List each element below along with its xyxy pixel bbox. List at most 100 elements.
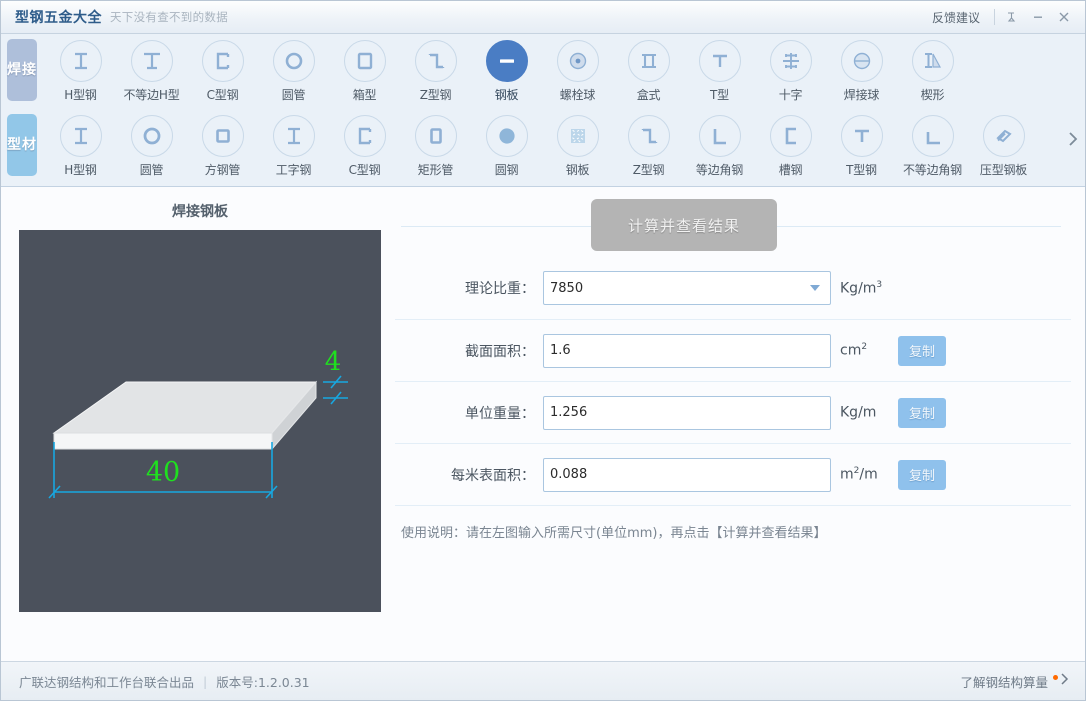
round-bar-icon [485,115,528,157]
toolbar-item-label: 盒式 [636,88,661,102]
unequal-h-beam-icon [130,40,173,82]
copy-button-unit-weight[interactable]: 复制 [898,397,946,428]
section-area-input[interactable]: 1.6 [543,333,831,368]
c-channel-icon [343,115,386,157]
copy-button-section-area[interactable]: 复制 [898,335,946,366]
field-row-density: 理论比重： 7850 Kg/m3 [395,257,1071,319]
notification-dot-icon [1053,674,1058,680]
app-subtitle: 天下没有查不到的数据 [110,10,228,24]
chevron-right-icon [1060,672,1071,690]
toolbar-item-welded-ball[interactable]: 焊接球 [826,34,897,103]
close-icon[interactable] [1051,5,1077,29]
box-section-icon [343,40,386,82]
toolbar-item-steel-plate[interactable]: 钢板 [471,34,542,103]
toolbar-item-rect-tube[interactable]: 矩形管 [400,109,471,178]
usage-hint: 使用说明：请在左图输入所需尺寸(单位mm)，再点击【计算并查看结果】 [401,526,827,541]
chevron-right-icon[interactable] [1061,109,1085,169]
checkered-plate-icon [556,115,599,157]
field-label: 截面面积： [465,343,535,360]
field-label: 每米表面积： [451,467,535,484]
toolbar-item-round-pipe[interactable]: 圆管 [258,34,329,103]
toolbar-item-label: 矩形管 [417,163,454,177]
h-beam-icon [59,40,102,82]
toolbar-item-equal-angle[interactable]: 等边角钢 [684,109,755,178]
channel-icon [769,115,812,157]
field-unit: cm2 [840,342,868,359]
toolbar-item-z-section-2[interactable]: Z型钢 [613,109,684,178]
cross-section-icon [769,40,812,82]
main-content: 焊接钢板 40 4 计算并查看结果 理论比重： 7850 Kg/m3 截面面积：… [1,187,1085,661]
round-pipe-icon [272,40,315,82]
toolbar-item-round-bar[interactable]: 圆钢 [471,109,542,178]
steel-plate-icon [485,40,528,82]
field-row-section-area: 截面面积： 1.6 cm2 复制 [395,319,1071,381]
minimize-icon[interactable] [1025,5,1051,29]
toolbar-item-t-section[interactable]: T型 [684,34,755,103]
toolbar-item-label: 钢板 [494,88,519,102]
toolbar-item-profiled-plate[interactable]: 压型钢板 [968,109,1039,178]
group-tab-section-label: 型材 [7,136,37,153]
t-steel-icon [840,115,883,157]
unit-weight-input[interactable]: 1.256 [543,395,831,430]
toolbar-item-c-channel[interactable]: C型钢 [187,34,258,103]
toolbar-item-cross-section[interactable]: 十字 [755,34,826,103]
toolbar-item-channel[interactable]: 槽钢 [755,109,826,178]
profiled-plate-icon [982,115,1025,157]
chevron-down-icon[interactable] [810,285,820,291]
square-tube-icon [201,115,244,157]
round-pipe-icon [130,115,173,157]
toolbar-item-wedge[interactable]: 楔形 [897,34,968,103]
pin-icon[interactable] [999,5,1025,29]
field-unit: Kg/m3 [840,279,883,297]
field-row-surface-area: 每米表面积： 0.088 m2/m 复制 [395,443,1071,505]
toolbar-items-welded: H型钢 不等边H型 C型钢 圆管 箱型 Z型钢 钢板 螺栓球 盒式 T型 十字 … [37,34,1085,103]
toolbar-item-label: T型 [710,88,729,102]
toolbar-item-box-type[interactable]: 盒式 [613,34,684,103]
field-value: 1.256 [550,405,588,420]
surface-area-input[interactable]: 0.088 [543,457,831,492]
z-section-icon [414,40,457,82]
group-tab-section[interactable]: 型材 [7,114,37,176]
rect-tube-icon [414,115,457,157]
toolbar-item-label: T型钢 [846,163,877,177]
toolbar-item-label: 槽钢 [778,163,803,177]
toolbar-item-label: 圆管 [139,163,164,177]
toolbar-item-label: H型钢 [64,88,97,102]
toolbar-item-label: 圆管 [281,88,306,102]
welded-ball-icon [840,40,883,82]
toolbar-item-bolt-ball[interactable]: 螺栓球 [542,34,613,103]
status-bar: 广联达钢结构和工作台联合出品 | 版本号:1.2.0.31 了解钢结构算量 [1,661,1085,700]
toolbar-item-unequal-h-beam[interactable]: 不等边H型 [116,34,187,103]
calculate-button[interactable]: 计算并查看结果 [591,199,777,251]
title-bar-controls: 反馈建议 [922,1,1077,33]
category-toolbar: 焊接 H型钢 不等边H型 C型钢 圆管 箱型 Z型钢 钢板 螺栓球 盒式 T型 … [1,34,1085,187]
density-select[interactable]: 7850 [543,271,831,305]
toolbar-item-h-beam[interactable]: H型钢 [45,34,116,103]
toolbar-item-label: 圆钢 [494,163,519,177]
toolbar-item-label: C型钢 [348,163,381,177]
feedback-button[interactable]: 反馈建议 [922,9,990,26]
learn-more-label: 了解钢结构算量 [960,674,1048,690]
toolbar-item-h-beam-2[interactable]: H型钢 [45,109,116,178]
copy-button-surface-area[interactable]: 复制 [898,459,946,490]
toolbar-item-c-channel-2[interactable]: C型钢 [329,109,400,178]
unequal-angle-icon [911,115,954,157]
toolbar-item-i-beam[interactable]: 工字钢 [258,109,329,178]
diagram-canvas[interactable]: 40 4 [19,230,381,612]
toolbar-item-square-tube[interactable]: 方钢管 [187,109,258,178]
toolbar-item-label: 方钢管 [204,163,241,177]
diagram-title: 焊接钢板 [172,204,228,220]
field-unit: m2/m [840,466,878,483]
toolbar-item-box-section[interactable]: 箱型 [329,34,400,103]
toolbar-item-checkered-plate[interactable]: 钢板 [542,109,613,178]
toolbar-item-round-pipe-2[interactable]: 圆管 [116,109,187,178]
toolbar-item-label: 箱型 [352,88,377,102]
toolbar-item-t-steel[interactable]: T型钢 [826,109,897,178]
learn-more-link[interactable]: 了解钢结构算量 [960,672,1071,691]
c-channel-icon [201,40,244,82]
toolbar-item-unequal-angle[interactable]: 不等边角钢 [897,109,968,178]
group-tab-welded[interactable]: 焊接 [7,39,37,101]
toolbar-item-z-section[interactable]: Z型钢 [400,34,471,103]
toolbar-item-label: C型钢 [206,88,239,102]
h-beam-icon [59,115,102,157]
